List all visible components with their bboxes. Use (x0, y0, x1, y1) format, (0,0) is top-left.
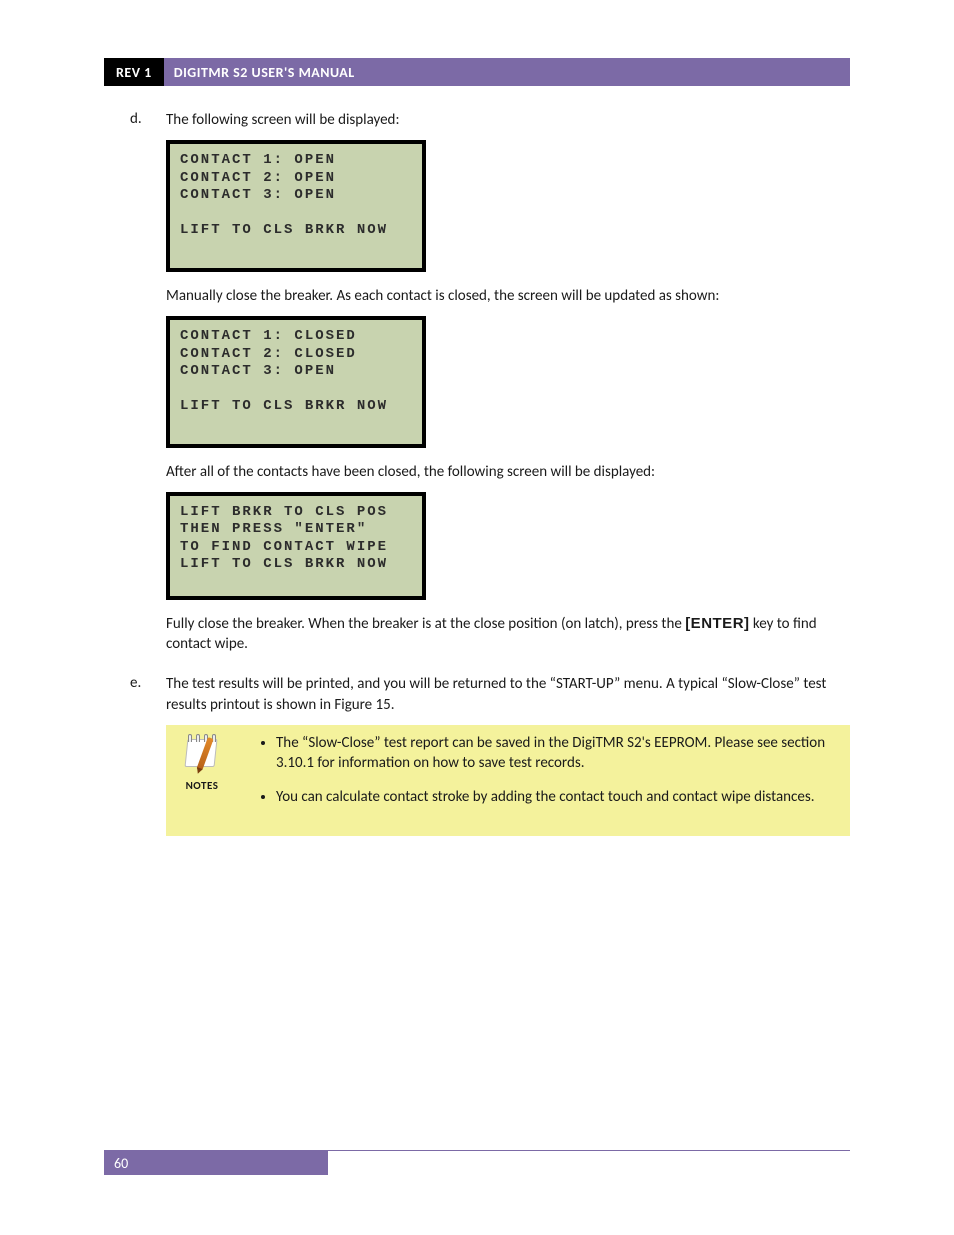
list-marker-e: e. (130, 674, 148, 835)
notes-bullet-1: The “Slow-Close” test report can be save… (276, 733, 840, 774)
lcd-screen-1: CONTACT 1: OPEN CONTACT 2: OPEN CONTACT … (166, 140, 426, 272)
body-content: d. The following screen will be displaye… (130, 110, 850, 846)
para-d3: Fully close the breaker. When the breake… (166, 614, 850, 655)
page: REV 1 DIGITMR S2 USER'S MANUAL d. The fo… (0, 0, 954, 1235)
lcd-screen-2: CONTACT 1: CLOSED CONTACT 2: CLOSED CONT… (166, 316, 426, 448)
para-e: The test results will be printed, and yo… (166, 674, 850, 715)
page-number: 60 (104, 1151, 328, 1175)
header-bar: REV 1 DIGITMR S2 USER'S MANUAL (104, 58, 850, 86)
para-d2: After all of the contacts have been clos… (166, 462, 850, 482)
enter-key-label: [ENTER] (685, 615, 749, 632)
lcd-screen-3: LIFT BRKR TO CLS POS THEN PRESS "ENTER" … (166, 492, 426, 600)
para-d3-a: Fully close the breaker. When the breake… (166, 615, 685, 633)
notes-right: The “Slow-Close” test report can be save… (254, 733, 840, 822)
intro-d: The following screen will be displayed: (166, 110, 850, 130)
notes-block: NOTES The “Slow-Close” test report can b… (166, 725, 850, 836)
list-item-d: d. The following screen will be displaye… (130, 110, 850, 664)
list-item-e: e. The test results will be printed, and… (130, 674, 850, 835)
para-d1: Manually close the breaker. As each cont… (166, 286, 850, 306)
list-marker-d: d. (130, 110, 148, 664)
notes-left: NOTES (170, 733, 234, 792)
notes-label: NOTES (186, 779, 219, 792)
list-body-e: The test results will be printed, and yo… (166, 674, 850, 835)
list-body-d: The following screen will be displayed: … (166, 110, 850, 664)
notes-bullet-2: You can calculate contact stroke by addi… (276, 787, 840, 807)
doc-title: DIGITMR S2 USER'S MANUAL (164, 58, 365, 86)
rev-box: REV 1 (104, 58, 164, 86)
notepad-icon (182, 733, 222, 773)
